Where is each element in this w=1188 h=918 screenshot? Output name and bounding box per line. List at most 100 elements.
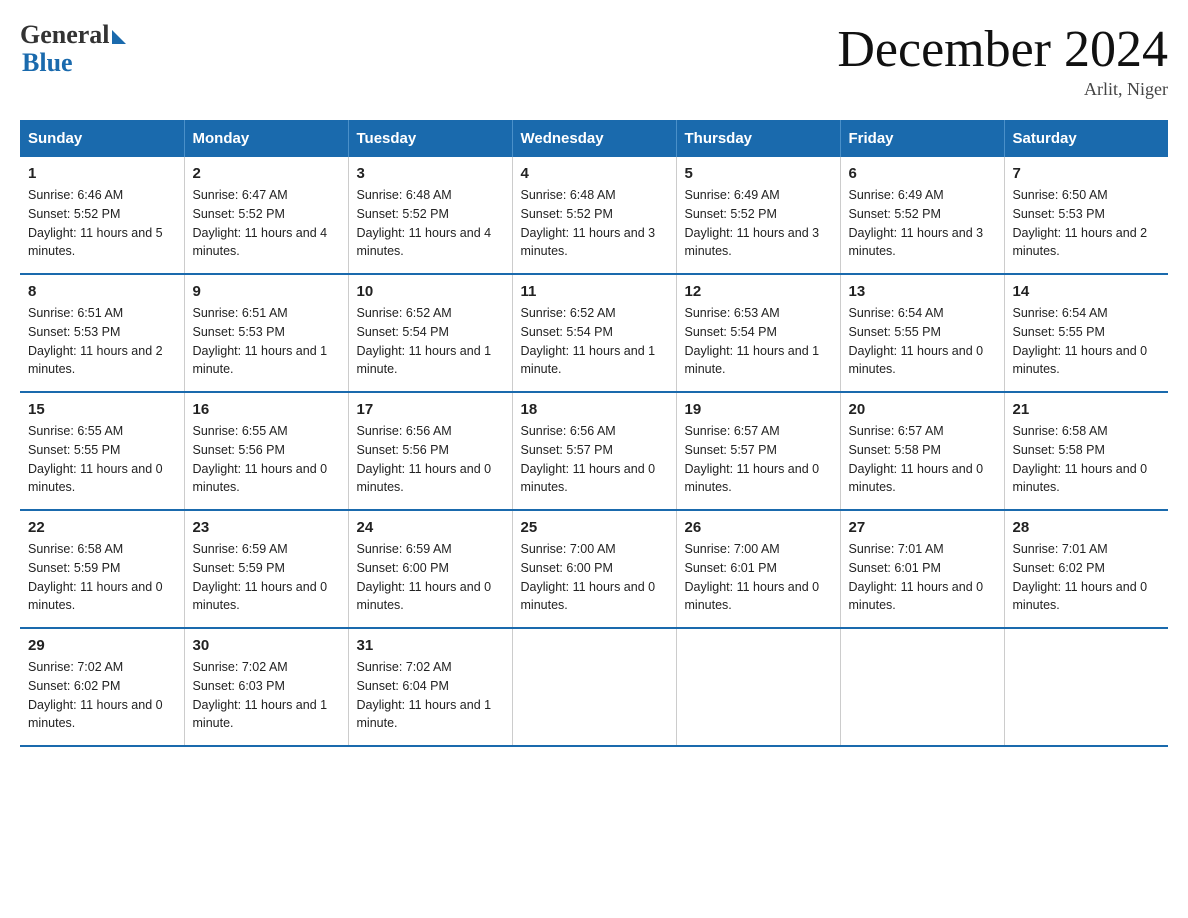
calendar-cell xyxy=(840,628,1004,746)
day-info: Sunrise: 6:49 AMSunset: 5:52 PMDaylight:… xyxy=(685,186,832,261)
day-number: 15 xyxy=(28,401,176,418)
calendar-week-row: 22 Sunrise: 6:58 AMSunset: 5:59 PMDayligh… xyxy=(20,510,1168,628)
day-info: Sunrise: 6:53 AMSunset: 5:54 PMDaylight:… xyxy=(685,304,832,379)
col-tuesday: Tuesday xyxy=(348,120,512,157)
day-info: Sunrise: 6:52 AMSunset: 5:54 PMDaylight:… xyxy=(521,304,668,379)
day-info: Sunrise: 6:55 AMSunset: 5:56 PMDaylight:… xyxy=(193,422,340,497)
calendar-cell: 12 Sunrise: 6:53 AMSunset: 5:54 PMDayligh… xyxy=(676,274,840,392)
calendar-week-row: 1 Sunrise: 6:46 AMSunset: 5:52 PMDaylight… xyxy=(20,157,1168,274)
day-info: Sunrise: 6:49 AMSunset: 5:52 PMDaylight:… xyxy=(849,186,996,261)
day-number: 21 xyxy=(1013,401,1161,418)
day-info: Sunrise: 6:51 AMSunset: 5:53 PMDaylight:… xyxy=(193,304,340,379)
calendar-cell: 31Sunrise: 7:02 AMSunset: 6:04 PMDayligh… xyxy=(348,628,512,746)
calendar-cell: 3Sunrise: 6:48 AMSunset: 5:52 PMDaylight… xyxy=(348,157,512,274)
calendar-cell: 13 Sunrise: 6:54 AMSunset: 5:55 PMDayligh… xyxy=(840,274,1004,392)
calendar-cell: 17 Sunrise: 6:56 AMSunset: 5:56 PMDayligh… xyxy=(348,392,512,510)
day-number: 1 xyxy=(28,165,176,182)
calendar-table: Sunday Monday Tuesday Wednesday Thursday… xyxy=(20,120,1168,747)
calendar-cell: 4 Sunrise: 6:48 AMSunset: 5:52 PMDaylight… xyxy=(512,157,676,274)
day-number: 3 xyxy=(357,165,504,182)
col-wednesday: Wednesday xyxy=(512,120,676,157)
day-info: Sunrise: 6:55 AMSunset: 5:55 PMDaylight:… xyxy=(28,422,176,497)
day-info: Sunrise: 6:58 AMSunset: 5:59 PMDaylight:… xyxy=(28,540,176,615)
day-info: Sunrise: 6:47 AMSunset: 5:52 PMDaylight:… xyxy=(193,186,340,261)
day-number: 29 xyxy=(28,637,176,654)
day-number: 17 xyxy=(357,401,504,418)
calendar-cell xyxy=(676,628,840,746)
day-info: Sunrise: 6:56 AMSunset: 5:57 PMDaylight:… xyxy=(521,422,668,497)
calendar-cell: 20 Sunrise: 6:57 AMSunset: 5:58 PMDayligh… xyxy=(840,392,1004,510)
day-number: 18 xyxy=(521,401,668,418)
day-info: Sunrise: 6:52 AMSunset: 5:54 PMDaylight:… xyxy=(357,304,504,379)
day-number: 28 xyxy=(1013,519,1161,536)
calendar-cell: 28 Sunrise: 7:01 AMSunset: 6:02 PMDayligh… xyxy=(1004,510,1168,628)
day-info: Sunrise: 6:59 AMSunset: 6:00 PMDaylight:… xyxy=(357,540,504,615)
col-thursday: Thursday xyxy=(676,120,840,157)
title-block: December 2024 Arlit, Niger xyxy=(837,20,1168,100)
day-number: 20 xyxy=(849,401,996,418)
calendar-cell: 10 Sunrise: 6:52 AMSunset: 5:54 PMDayligh… xyxy=(348,274,512,392)
day-number: 12 xyxy=(685,283,832,300)
day-number: 22 xyxy=(28,519,176,536)
page-subtitle: Arlit, Niger xyxy=(837,79,1168,100)
page-header: General Blue December 2024 Arlit, Niger xyxy=(20,20,1168,100)
calendar-header: Sunday Monday Tuesday Wednesday Thursday… xyxy=(20,120,1168,157)
day-number: 24 xyxy=(357,519,504,536)
calendar-cell: 6 Sunrise: 6:49 AMSunset: 5:52 PMDaylight… xyxy=(840,157,1004,274)
day-number: 5 xyxy=(685,165,832,182)
calendar-cell: 7Sunrise: 6:50 AMSunset: 5:53 PMDaylight… xyxy=(1004,157,1168,274)
day-number: 26 xyxy=(685,519,832,536)
col-monday: Monday xyxy=(184,120,348,157)
day-number: 8 xyxy=(28,283,176,300)
col-friday: Friday xyxy=(840,120,1004,157)
calendar-cell: 30 Sunrise: 7:02 AMSunset: 6:03 PMDayligh… xyxy=(184,628,348,746)
calendar-cell: 21Sunrise: 6:58 AMSunset: 5:58 PMDayligh… xyxy=(1004,392,1168,510)
day-number: 4 xyxy=(521,165,668,182)
day-number: 6 xyxy=(849,165,996,182)
calendar-cell xyxy=(1004,628,1168,746)
day-info: Sunrise: 6:57 AMSunset: 5:58 PMDaylight:… xyxy=(849,422,996,497)
header-row: Sunday Monday Tuesday Wednesday Thursday… xyxy=(20,120,1168,157)
calendar-cell: 8 Sunrise: 6:51 AMSunset: 5:53 PMDaylight… xyxy=(20,274,184,392)
day-info: Sunrise: 7:01 AMSunset: 6:02 PMDaylight:… xyxy=(1013,540,1161,615)
col-sunday: Sunday xyxy=(20,120,184,157)
calendar-cell: 18 Sunrise: 6:56 AMSunset: 5:57 PMDayligh… xyxy=(512,392,676,510)
day-number: 10 xyxy=(357,283,504,300)
day-info: Sunrise: 7:00 AMSunset: 6:01 PMDaylight:… xyxy=(685,540,832,615)
day-number: 30 xyxy=(193,637,340,654)
day-info: Sunrise: 7:01 AMSunset: 6:01 PMDaylight:… xyxy=(849,540,996,615)
calendar-cell: 14Sunrise: 6:54 AMSunset: 5:55 PMDayligh… xyxy=(1004,274,1168,392)
logo-blue-text: Blue xyxy=(22,48,73,78)
logo-general-text: General xyxy=(20,20,110,50)
logo-arrow-icon xyxy=(112,30,126,44)
day-number: 25 xyxy=(521,519,668,536)
calendar-cell: 2Sunrise: 6:47 AMSunset: 5:52 PMDaylight… xyxy=(184,157,348,274)
day-info: Sunrise: 7:00 AMSunset: 6:00 PMDaylight:… xyxy=(521,540,668,615)
day-info: Sunrise: 7:02 AMSunset: 6:03 PMDaylight:… xyxy=(193,658,340,733)
day-info: Sunrise: 6:51 AMSunset: 5:53 PMDaylight:… xyxy=(28,304,176,379)
day-number: 13 xyxy=(849,283,996,300)
day-info: Sunrise: 6:54 AMSunset: 5:55 PMDaylight:… xyxy=(849,304,996,379)
calendar-week-row: 8 Sunrise: 6:51 AMSunset: 5:53 PMDaylight… xyxy=(20,274,1168,392)
day-info: Sunrise: 6:56 AMSunset: 5:56 PMDaylight:… xyxy=(357,422,504,497)
day-number: 19 xyxy=(685,401,832,418)
day-info: Sunrise: 6:46 AMSunset: 5:52 PMDaylight:… xyxy=(28,186,176,261)
day-number: 9 xyxy=(193,283,340,300)
day-number: 11 xyxy=(521,283,668,300)
calendar-cell: 24 Sunrise: 6:59 AMSunset: 6:00 PMDayligh… xyxy=(348,510,512,628)
day-info: Sunrise: 6:48 AMSunset: 5:52 PMDaylight:… xyxy=(521,186,668,261)
day-number: 16 xyxy=(193,401,340,418)
calendar-week-row: 15 Sunrise: 6:55 AMSunset: 5:55 PMDayligh… xyxy=(20,392,1168,510)
calendar-cell: 1 Sunrise: 6:46 AMSunset: 5:52 PMDaylight… xyxy=(20,157,184,274)
calendar-cell: 11 Sunrise: 6:52 AMSunset: 5:54 PMDayligh… xyxy=(512,274,676,392)
day-info: Sunrise: 7:02 AMSunset: 6:02 PMDaylight:… xyxy=(28,658,176,733)
calendar-cell: 16 Sunrise: 6:55 AMSunset: 5:56 PMDayligh… xyxy=(184,392,348,510)
calendar-cell: 26 Sunrise: 7:00 AMSunset: 6:01 PMDayligh… xyxy=(676,510,840,628)
calendar-week-row: 29 Sunrise: 7:02 AMSunset: 6:02 PMDayligh… xyxy=(20,628,1168,746)
day-info: Sunrise: 6:59 AMSunset: 5:59 PMDaylight:… xyxy=(193,540,340,615)
calendar-cell: 9 Sunrise: 6:51 AMSunset: 5:53 PMDaylight… xyxy=(184,274,348,392)
logo: General Blue xyxy=(20,20,126,78)
calendar-cell: 29 Sunrise: 7:02 AMSunset: 6:02 PMDayligh… xyxy=(20,628,184,746)
calendar-body: 1 Sunrise: 6:46 AMSunset: 5:52 PMDaylight… xyxy=(20,157,1168,746)
col-saturday: Saturday xyxy=(1004,120,1168,157)
